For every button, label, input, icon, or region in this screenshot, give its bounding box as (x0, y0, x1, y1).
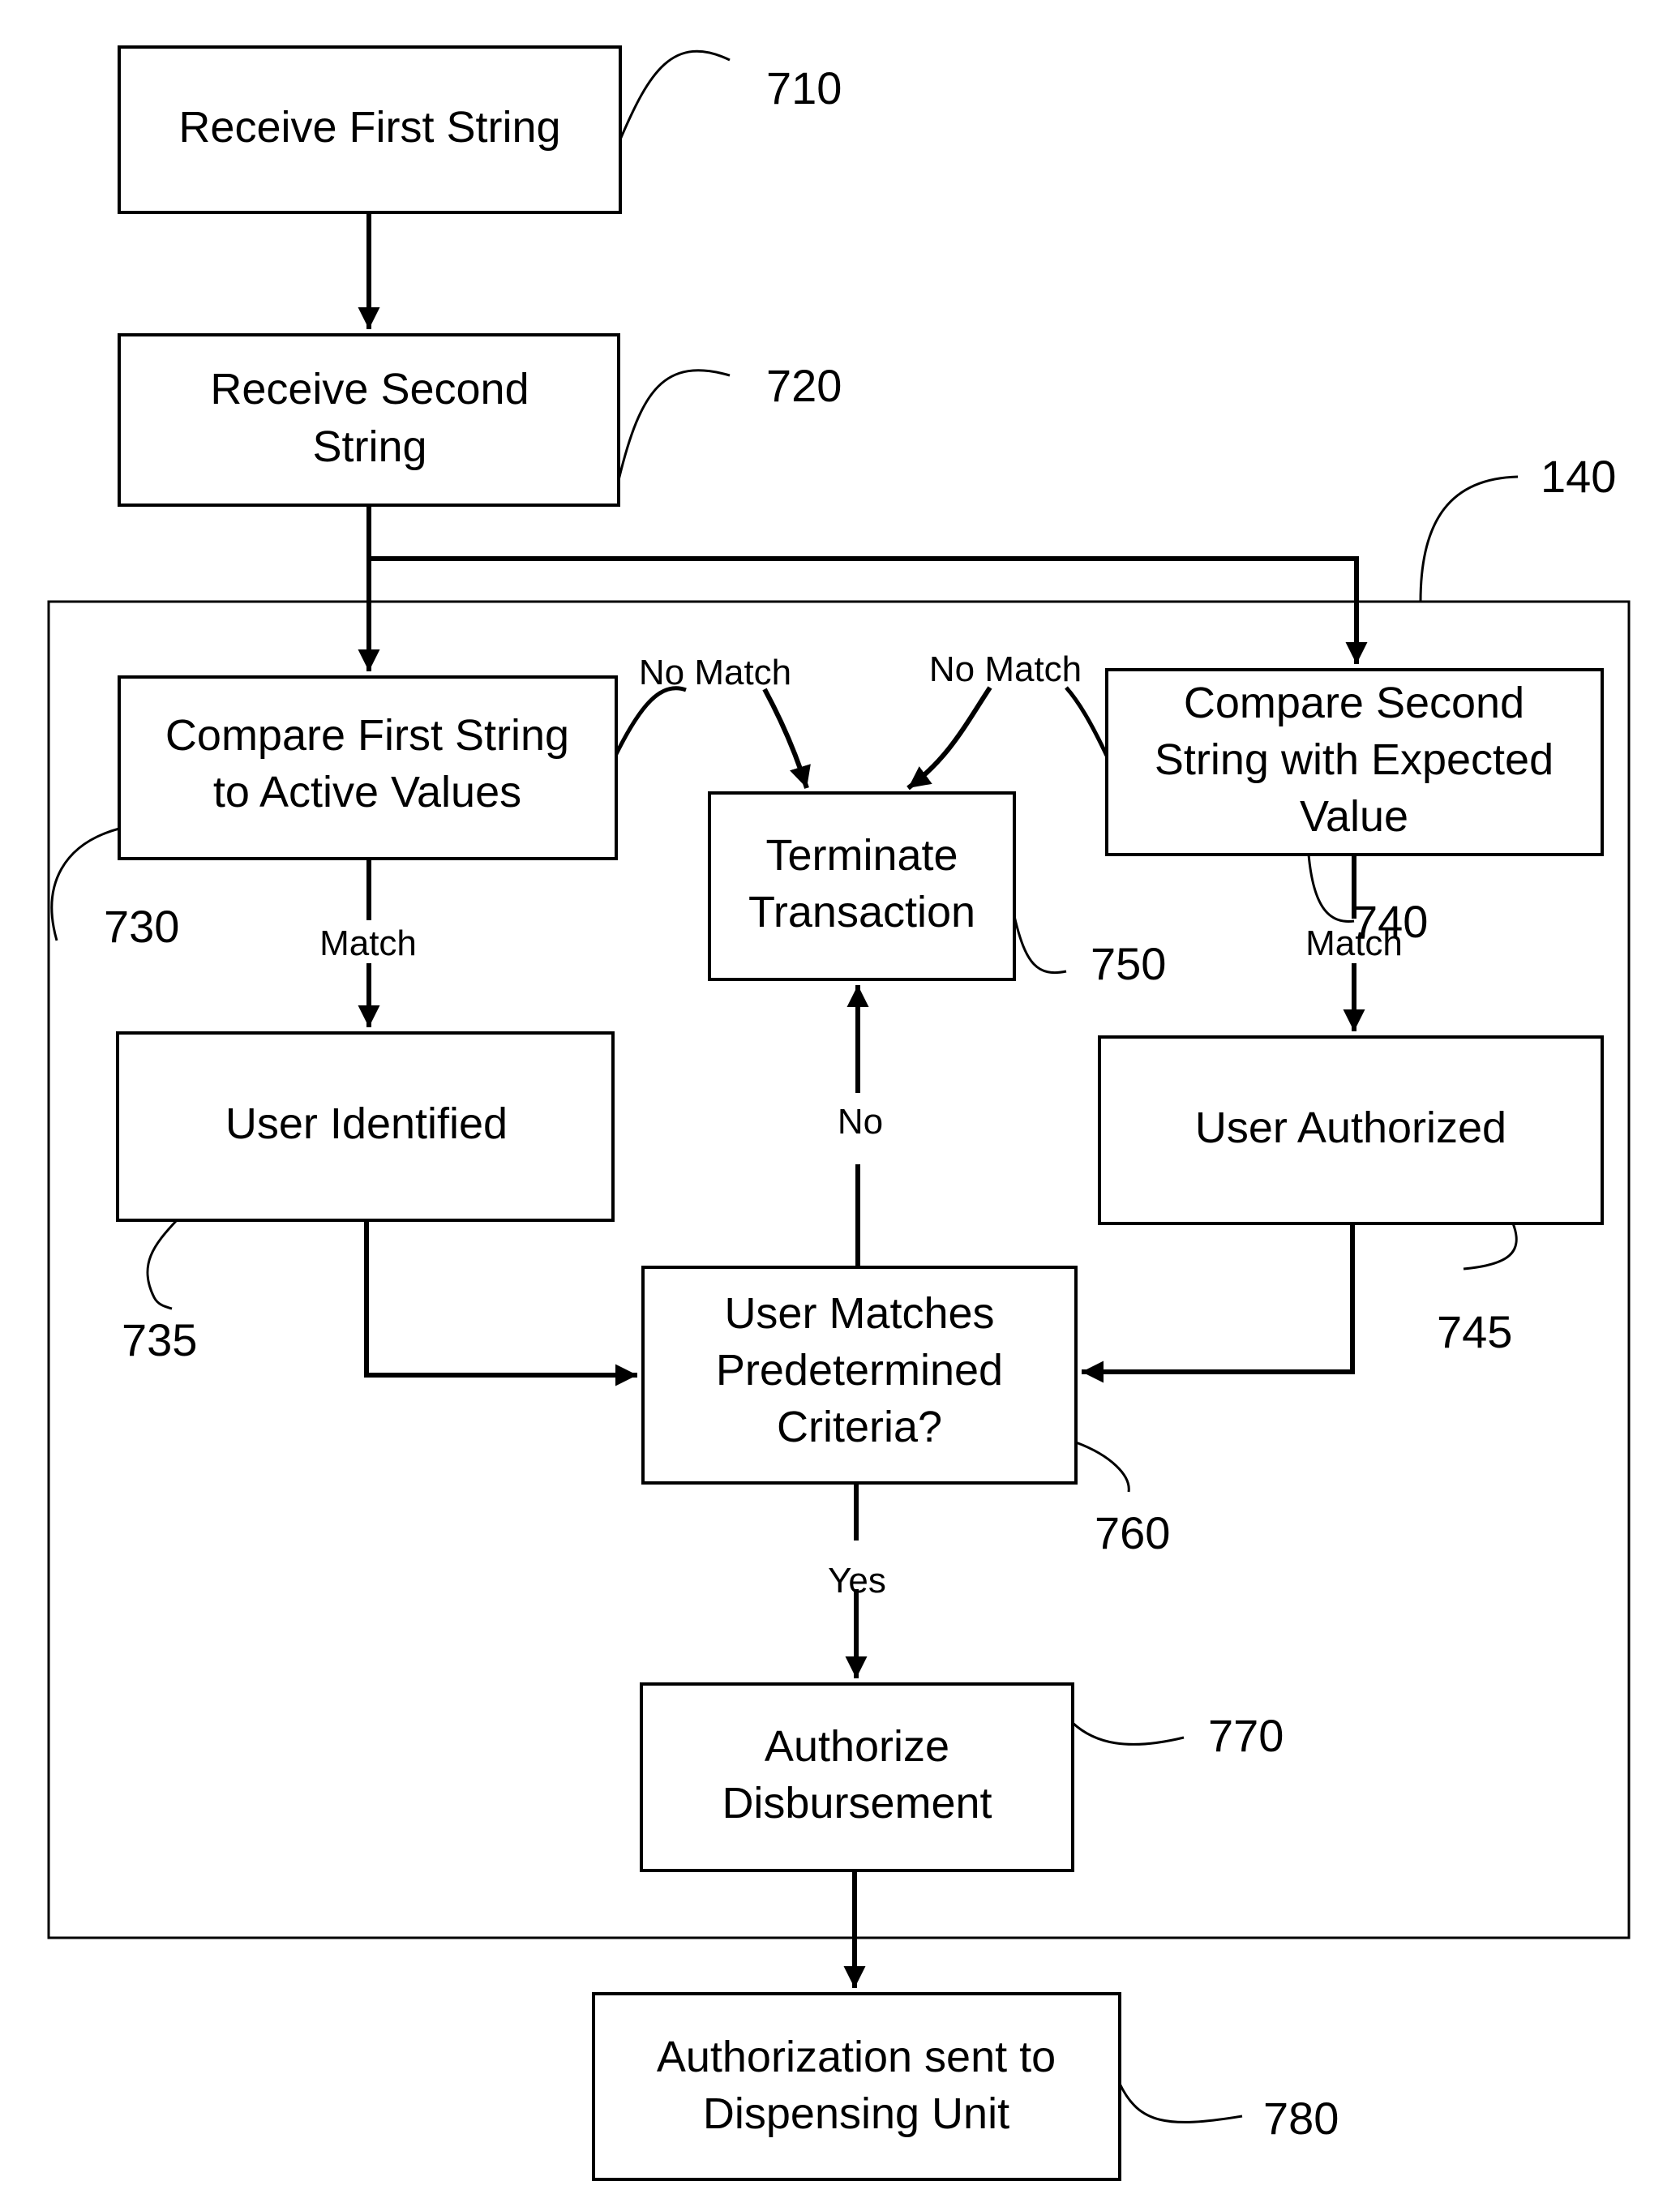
ref-750: 750 (1091, 938, 1166, 989)
ref-710: 710 (766, 62, 842, 114)
step-740-line-3: Value (1300, 792, 1408, 841)
leader-770 (1071, 1721, 1185, 1746)
ref-735: 735 (122, 1314, 197, 1365)
step-745-text: User Authorized (1195, 1103, 1506, 1152)
step-780-line-2: Dispensing Unit (703, 2089, 1009, 2138)
step-740-line-1: Compare Second (1184, 679, 1524, 727)
leader-780 (1118, 2083, 1243, 2123)
step-740-compare-second-string: Compare Second String with Expected Valu… (1105, 668, 1604, 856)
step-720-line-2: String (312, 422, 426, 471)
step-760-line-3: Criteria? (777, 1403, 942, 1451)
leader-745 (1463, 1223, 1518, 1271)
step-770-line-1: Authorize (765, 1722, 949, 1771)
step-735-user-identified: User Identified (116, 1031, 615, 1222)
leader-nomatch-left (614, 686, 687, 756)
leader-710 (619, 49, 731, 140)
step-710-text: Receive First String (178, 103, 560, 152)
step-750-terminate-transaction: Terminate Transaction (708, 791, 1016, 981)
leader-140 (1419, 475, 1519, 602)
edge-label-no-match-left: No Match (639, 653, 791, 692)
step-770-line-2: Disbursement (722, 1779, 992, 1828)
leader-740 (1307, 854, 1355, 923)
step-760-user-matches-criteria: User Matches Predetermined Criteria? (641, 1266, 1078, 1485)
step-730-line-1: Compare First String (165, 711, 569, 760)
step-750-line-2: Transaction (748, 888, 975, 936)
step-770-authorize-disbursement: Authorize Disbursement (640, 1682, 1074, 1872)
edge-label-no-match-right: No Match (929, 649, 1082, 689)
arrow-720-to-740 (369, 556, 1368, 664)
arrow-745-to-760 (1082, 1223, 1355, 1383)
step-760-line-1: User Matches (724, 1289, 994, 1338)
step-735-text: User Identified (225, 1099, 508, 1148)
flowchart: 140 Receive First String 710 Receive Sec… (47, 45, 1631, 2181)
edge-label-match-left: Match (319, 923, 417, 963)
arrow-nomatch-right-to-750 (906, 686, 992, 791)
ref-730: 730 (104, 901, 179, 952)
leader-735 (146, 1219, 178, 1310)
ref-720: 720 (766, 360, 842, 411)
leader-760 (1075, 1441, 1130, 1493)
ref-770: 770 (1208, 1710, 1284, 1761)
step-740-line-2: String with Expected (1155, 735, 1554, 784)
arrow-735-to-760 (364, 1220, 637, 1386)
step-720-receive-second-string: Receive Second String (118, 333, 620, 507)
step-745-user-authorized: User Authorized (1098, 1035, 1604, 1225)
leader-nomatch-right (1065, 686, 1109, 757)
step-780-line-1: Authorization sent to (657, 2033, 1056, 2081)
step-750-line-1: Terminate (765, 831, 958, 880)
step-730-line-2: to Active Values (213, 768, 521, 816)
edge-label-yes: Yes (828, 1561, 886, 1601)
arrow-nomatch-left-to-750 (762, 688, 811, 789)
ref-760: 760 (1095, 1507, 1170, 1558)
ref-780: 780 (1263, 2093, 1339, 2144)
leader-750 (1013, 915, 1067, 974)
ref-745: 745 (1437, 1306, 1512, 1357)
step-710-receive-first-string: Receive First String (118, 45, 622, 214)
edge-label-match-right: Match (1305, 923, 1403, 963)
ref-140: 140 (1541, 451, 1616, 502)
edge-label-no: No (838, 1102, 883, 1142)
step-720-line-1: Receive Second (210, 365, 529, 414)
step-730-compare-first-string: Compare First String to Active Values (118, 675, 618, 860)
leader-720 (617, 369, 731, 481)
step-780-authorization-sent: Authorization sent to Dispensing Unit (592, 1992, 1121, 2181)
step-760-line-2: Predetermined (716, 1346, 1003, 1395)
